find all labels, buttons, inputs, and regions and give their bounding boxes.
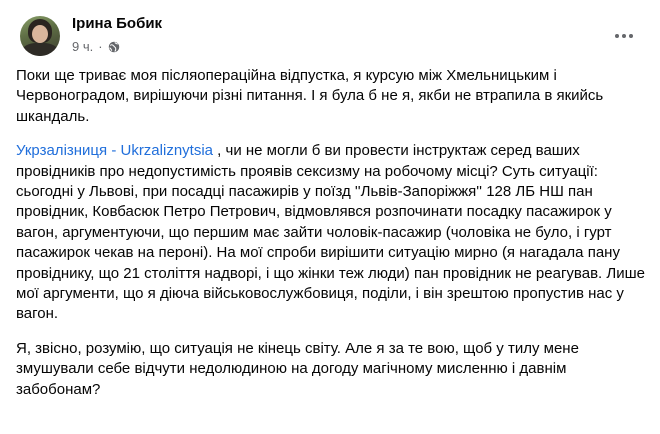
avatar-body [22, 43, 58, 56]
post-text: Поки ще триває моя післяопераційна відпу… [16, 66, 646, 400]
more-options-button[interactable] [606, 18, 642, 54]
post-paragraph-1: Поки ще триває моя післяопераційна відпу… [16, 67, 604, 125]
post-paragraph-3: Я, звісно, розумію, що ситуація не кінец… [16, 339, 579, 398]
post-paragraph-2-rest: , чи не могли б ви провести інструктаж с… [16, 142, 645, 323]
post-header: Ірина Бобик 9 ч. · [16, 12, 644, 60]
avatar-face [32, 25, 48, 43]
more-horizontal-icon [615, 34, 633, 38]
author-avatar[interactable] [20, 16, 60, 56]
post-meta: 9 ч. · [72, 38, 120, 56]
facebook-post: Ірина Бобик 9 ч. · Поки ще триває моя пі… [0, 0, 660, 434]
post-paragraph-2: Укрзалізниця - Ukrzaliznytsia , чи не мо… [16, 141, 646, 325]
globe-icon[interactable] [108, 41, 120, 53]
mention-link[interactable]: Укрзалізниця - Ukrzaliznytsia [16, 142, 213, 159]
post-time[interactable]: 9 ч. [72, 38, 93, 56]
meta-separator: · [98, 39, 103, 54]
author-name[interactable]: Ірина Бобик [72, 14, 162, 34]
